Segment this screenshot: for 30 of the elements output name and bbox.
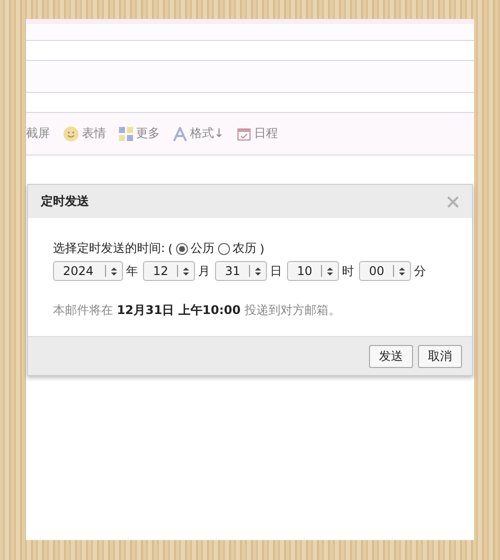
radio-button[interactable]: [176, 242, 188, 254]
radio-button[interactable]: [218, 242, 230, 254]
select-field[interactable]: 31: [215, 261, 267, 281]
letter-icon: [173, 126, 187, 140]
dialog-button[interactable]: 发送: [369, 344, 413, 368]
spinner-icon: [183, 266, 189, 276]
grid-icon: [119, 126, 133, 140]
radio-label[interactable]: 农历: [232, 240, 257, 257]
dialog-button[interactable]: 取消: [418, 344, 462, 368]
spinner-icon: [111, 266, 117, 276]
unit-label: 年: [126, 262, 138, 280]
smiley-icon: [63, 126, 79, 142]
calendar-icon: [237, 126, 252, 140]
select-field[interactable]: 2024: [53, 261, 123, 281]
unit-label: 月: [198, 262, 210, 280]
prompt-label: 选择定时发送的时间:: [53, 240, 166, 257]
spinner-icon: [399, 266, 405, 276]
unit-label: 分: [414, 262, 426, 280]
spinner-icon: [327, 266, 333, 276]
unit-label: 时: [342, 262, 354, 280]
parenthesis: ): [260, 242, 264, 256]
spinner-icon: [255, 266, 261, 276]
select-field[interactable]: 00: [359, 261, 411, 281]
parenthesis: (: [168, 242, 173, 256]
dialog-title: 定时发送: [41, 193, 89, 210]
select-field[interactable]: 12: [143, 261, 195, 281]
schedule-summary: 本邮件将在 12月31日 上午10:00 投递到对方邮箱。: [53, 302, 342, 319]
unit-label: 日: [270, 262, 282, 280]
radio-label[interactable]: 公历: [190, 240, 215, 257]
select-field[interactable]: 10: [287, 261, 339, 281]
